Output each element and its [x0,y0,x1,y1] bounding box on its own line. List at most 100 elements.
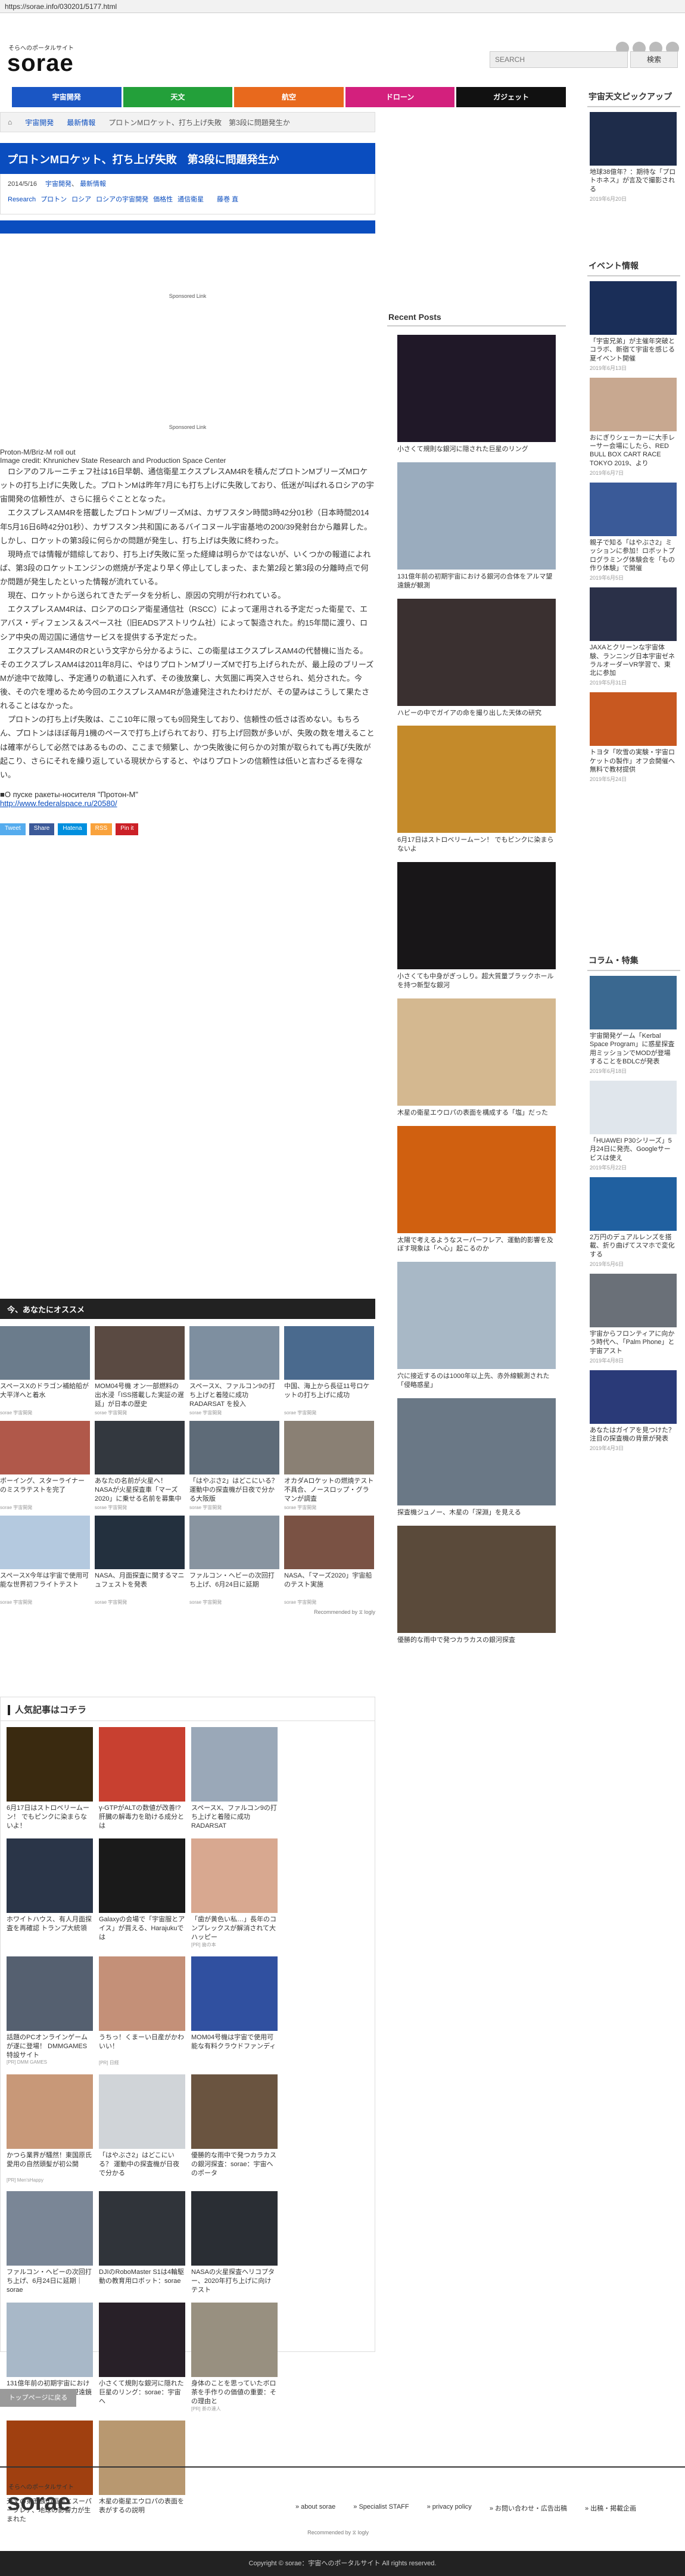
popular-item[interactable]: DJIのRoboMaster S1は4輪駆動の教育用ロボット：sorae [99,2191,185,2294]
recommend-item[interactable]: NASA、月面探査に関するマニュフェストを発表 sorae 宇宙開発 [95,1516,185,1606]
thumbnail-image[interactable] [284,1326,374,1380]
thumbnail-image[interactable] [191,1727,278,1802]
recommend-text[interactable]: スペースX今年は宇宙で使用可能な世界初フライトテスト [0,1572,90,1598]
popular-text[interactable]: 小さくて規則な銀河に隠れた巨星のリング：sorae：宇宙へ [99,2379,185,2406]
popular-item[interactable]: 6月17日はストロベリームーン！ でもピンクに染まらないよ！ [7,1727,93,1830]
site-logo[interactable]: sorae [7,50,74,77]
recent-post[interactable]: 穴に接近するのは1000年以上先、赤外線観測された「侵略惑星」 [397,1262,556,1390]
thumbnail-image[interactable] [397,862,556,970]
tag-link[interactable]: プロトン [41,196,67,203]
recent-post[interactable]: 木星の衛星エウロパの表面を構成する「塩」だった [397,998,556,1118]
recommend-item[interactable]: スペースX、ファルコン9の打ち上げと着陸に成功 RADARSAT を投入 sora… [189,1326,279,1416]
sidebar-item[interactable]: 2万円のデュアルレンズを搭載、折り曲げてスマホで変化する 2019年5月6日 [590,1177,677,1268]
footer-link[interactable]: » 出稿・掲載企画 [585,2503,636,2513]
thumbnail-image[interactable] [590,112,677,166]
recent-post[interactable]: 6月17日はストロベリームーン！ でもピンクに染まらないよ [397,726,556,854]
thumbnail-image[interactable] [191,2191,278,2266]
recommend-text[interactable]: ファルコン・ヘビーの次回打ち上げ、6月24日に延期 [189,1572,279,1598]
thumbnail-image[interactable] [7,1727,93,1802]
recommend-item[interactable]: 中国、海上から長征11号ロケットの打ち上げに成功 sorae 宇宙開発 [284,1326,374,1416]
popular-text[interactable]: ホワイトハウス、有人月面探査を再確認 トランプ大統領 [7,1915,93,1942]
recommend-item[interactable]: NASA、「マーズ2020」宇宙船のテスト実施 sorae 宇宙開発 [284,1516,374,1606]
recent-post-title[interactable]: 6月17日はストロベリームーン！ でもピンクに染まらないよ [397,836,556,854]
recent-post-title[interactable]: 探査機ジュノー、木星の「深淵」を見える [397,1508,556,1517]
sidebar-item-title[interactable]: おにぎりシェーカーに大手レーサー会場にしたら、RED BULL BOX CART… [590,434,677,468]
recent-post[interactable]: ハビーの中でガイアの命を撮り出した天体の研究 [397,598,556,718]
recommend-item[interactable]: 「はやぶさ2」はどこにいる？ 運動中の探査機が日夜で分かる大阪版 sorae 宇宙… [189,1421,279,1511]
popular-text[interactable]: Galaxyの会場で「宇宙服とアイス」が買える、Harajukuでは [99,1915,185,1942]
address-bar[interactable]: https://sorae.info/030201/5177.html [0,0,685,13]
source-link[interactable]: http://www.federalspace.ru/20580/ [0,799,375,808]
thumbnail-image[interactable] [189,1516,279,1569]
thumbnail-image[interactable] [99,2074,185,2149]
popular-item[interactable]: ファルコン・ヘビーの次回打ち上げ、6月24日に延期｜sorae [7,2191,93,2294]
category-link[interactable]: 最新情報 [80,181,106,188]
recent-post-title[interactable]: 太陽で考えるようなスーパーフレア、運動的影響を及ぼす現象は「ヘ心」起こるのか [397,1236,556,1254]
thumbnail-image[interactable] [7,2303,93,2377]
thumbnail-image[interactable] [590,281,677,335]
thumbnail-image[interactable] [397,1525,556,1633]
thumbnail-image[interactable] [590,1081,677,1135]
recommend-text[interactable]: NASA、「マーズ2020」宇宙船のテスト実施 [284,1572,374,1598]
popular-text[interactable]: うちっ！くまーい日産がかわいい！ [99,2033,185,2059]
popular-text[interactable]: 身体のことを思っていたボロ茶を手作りの価値の重要：その理由と [191,2379,278,2406]
popular-text[interactable]: 6月17日はストロベリームーン！ でもピンクに染まらないよ！ [7,1804,93,1830]
recommend-item[interactable]: ボーイング、スターライナーのミスラテストを完了 sorae 宇宙開発 [0,1421,90,1511]
thumbnail-image[interactable] [397,998,556,1106]
popular-item[interactable]: 話題のPCオンラインゲームが遂に登場！ DMMGAMES特設サイト [PR] DM… [7,1956,93,2066]
recent-post[interactable]: 太陽で考えるようなスーパーフレア、運動的影響を及ぼす現象は「ヘ心」起こるのか [397,1125,556,1254]
thumbnail-image[interactable] [95,1516,185,1569]
recommend-text[interactable]: ボーイング、スターライナーのミスラテストを完了 [0,1477,90,1503]
recent-post-title[interactable]: 小さくて規則な銀河に隠された巨星のリング [397,445,556,454]
recent-post[interactable]: 小さくても中身がぎっしり。超大質量ブラックホールを持つ新型な銀河 [397,862,556,990]
recommend-text[interactable]: スペースXのドラゴン補給船が大平洋へと着水 [0,1382,90,1408]
recent-post-title[interactable]: 穴に接近するのは1000年以上先、赤外線観測された「侵略惑星」 [397,1372,556,1390]
popular-text[interactable]: γ-GTPがALTの数値が改善!?肝臓の解毒力を助ける成分とは [99,1804,185,1830]
thumbnail-image[interactable] [397,462,556,570]
share-button[interactable]: RSS [90,823,113,835]
thumbnail-image[interactable] [284,1421,374,1474]
popular-text[interactable]: ファルコン・ヘビーの次回打ち上げ、6月24日に延期｜sorae [7,2268,93,2294]
thumbnail-image[interactable] [95,1326,185,1380]
nav-item[interactable]: 宇宙開発 [12,87,122,107]
popular-item[interactable]: 「はやぶさ2」はどこにいる？ 運動中の探査機が日夜で分かる [99,2074,185,2183]
thumbnail-image[interactable] [397,1398,556,1505]
recommend-item[interactable]: オカダAロケットの燃焼テスト不具合、ノースロップ・グラマンが調査 sorae 宇宙… [284,1421,374,1511]
thumbnail-image[interactable] [191,2303,278,2377]
sidebar-item-title[interactable]: 「宇宙兄弟」が主催年突破とコラボ、新宿て宇宙を感じる夏イベント開催 [590,337,677,363]
recommend-text[interactable]: 「はやぶさ2」はどこにいる？ 運動中の探査機が日夜で分かる大阪版 [189,1477,279,1503]
popular-text[interactable]: 話題のPCオンラインゲームが遂に登場！ DMMGAMES特設サイト [7,2033,93,2059]
recommend-item[interactable]: スペースX今年は宇宙で使用可能な世界初フライトテスト sorae 宇宙開発 [0,1516,90,1606]
recent-post[interactable]: 131億年前の初期宇宙における銀河の合体をアルマ望遠鏡が観測 [397,462,556,590]
recent-post[interactable]: 小さくて規則な銀河に隠された巨星のリング [397,335,556,454]
sidebar-item-title[interactable]: 「HUAWEI P30シリーズ」5月24日に発売、Googleサービスは使え [590,1137,677,1162]
sidebar-item[interactable]: 宇宙からフロンティアに向かう時代へ、「Palm Phone」と宇宙アスト 2019… [590,1273,677,1364]
sidebar-item[interactable]: 「HUAWEI P30シリーズ」5月24日に発売、Googleサービスは使え 20… [590,1081,677,1171]
popular-item[interactable]: 優勝的な雨中で発つカラカスの銀河探査：sorae：宇宙へのポータ [191,2074,278,2183]
popular-item[interactable]: γ-GTPがALTの数値が改善!?肝臓の解毒力を助ける成分とは [99,1727,185,1830]
popular-text[interactable]: 「はやぶさ2」はどこにいる？ 運動中の探査機が日夜で分かる [99,2151,185,2177]
thumbnail-image[interactable] [590,692,677,746]
share-button[interactable]: Tweet [0,823,26,835]
sidebar-item-title[interactable]: あなたはガイアを見つけた？ 注目の探査機の背景が発表 [590,1426,677,1443]
footer-link[interactable]: » about sorae [295,2503,335,2513]
thumbnail-image[interactable] [590,483,677,537]
recommend-item[interactable]: ファルコン・ヘビーの次回打ち上げ、6月24日に延期 sorae 宇宙開発 [189,1516,279,1606]
recommend-text[interactable]: あなたの名前が火星へ！ NASAが火星探査車「マーズ2020」に乗せる名前を募集… [95,1477,185,1503]
breadcrumb-item[interactable]: 宇宙開発 [25,117,54,127]
popular-text[interactable]: 「歯が黄色い私…」長年のコンプレックスが解消されて大ハッピー [191,1915,278,1942]
thumbnail-image[interactable] [284,1516,374,1569]
sidebar-item[interactable]: 宇宙開発ゲーム「Kerbal Space Program」に惑星探査用ミッション… [590,976,677,1075]
back-to-top-button[interactable]: トップページに戻る [0,2389,76,2407]
home-icon[interactable]: ⌂ [8,118,12,126]
popular-text[interactable]: かつら業界が騒然！東国原氏愛用の自然頭髪が初公開 [7,2151,93,2177]
thumbnail-image[interactable] [397,1125,556,1233]
sidebar-item-title[interactable]: JAXAとクリーンな宇宙体験、ランニング日本宇宙ゼネラルオーダーVR学習で、東北… [590,643,677,677]
thumbnail-image[interactable] [590,377,677,431]
tag-link[interactable]: 通信衛星 [178,196,204,203]
thumbnail-image[interactable] [0,1516,90,1569]
popular-text[interactable]: NASAの火星探査ヘリコプター、2020年打ち上げに向けテスト [191,2268,278,2294]
footer-link[interactable]: » Specialist STAFF [353,2503,409,2513]
share-button[interactable]: Share [29,823,55,835]
thumbnail-image[interactable] [7,1956,93,2031]
